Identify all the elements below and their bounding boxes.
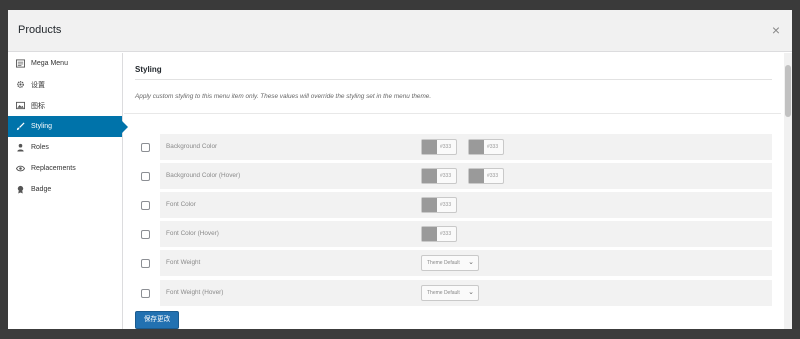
scrollbar[interactable] [784,53,792,329]
sidebar-item-label: 设置 [31,81,45,89]
font-color-hover-checkbox[interactable] [141,230,150,239]
sidebar-item-label: Roles [31,144,49,151]
color-value: #333 [487,173,499,179]
menu-grid-icon [16,59,25,68]
sidebar-item-label: 图标 [31,102,45,110]
sidebar-item-label: Replacements [31,165,76,172]
color-value: #333 [440,202,452,208]
styling-panel: Styling Apply custom styling to this men… [124,53,781,329]
sidebar-item-replacements[interactable]: Replacements [8,158,122,179]
color-picker[interactable]: #333 [468,139,504,155]
sidebar-item-styling[interactable]: Styling [8,116,128,137]
color-swatch [422,140,437,154]
visibility-icon [16,164,25,173]
sidebar-item-badge[interactable]: Badge [8,179,122,200]
color-picker[interactable]: #333 [421,197,457,213]
section-title: Styling [135,65,162,74]
close-icon[interactable]: × [768,22,784,38]
modal-header: Products × [8,10,792,52]
font-weight-hover-checkbox[interactable] [141,289,150,298]
products-modal: Products × Mega Menu 设置 图标 Styling Roles… [8,10,792,329]
users-icon [16,143,25,152]
font-color-checkbox[interactable] [141,201,150,210]
setting-row-background-color-hover: Background Color (Hover) #333 #333 [160,163,772,189]
color-swatch [469,169,484,183]
divider [135,79,772,80]
setting-row-font-color-hover: Font Color (Hover) #333 [160,221,772,247]
sidebar-item-label: Styling [31,123,53,130]
background-color-hover-checkbox[interactable] [141,172,150,181]
color-swatch [422,198,437,212]
sidebar-item-label: Mega Menu [31,60,68,67]
color-value: #333 [487,144,499,150]
brush-icon [16,122,25,131]
select-value: Theme Default [427,290,460,296]
sidebar-item-settings[interactable]: 设置 [8,74,122,95]
color-swatch [469,140,484,154]
scrollbar-thumb[interactable] [785,65,791,117]
sidebar-item-label: Badge [31,186,52,193]
badge-icon [16,185,25,194]
setting-row-background-color: Background Color #333 #333 [160,134,772,160]
setting-label: Font Color (Hover) [166,230,219,237]
modal-title: Products [18,24,62,36]
setting-row-font-weight: Font Weight Theme Default ⌄ [160,250,772,276]
setting-label: Font Color [166,201,196,208]
color-value: #333 [440,231,452,237]
image-icon [16,101,25,110]
color-picker[interactable]: #333 [421,139,457,155]
background-color-checkbox[interactable] [141,143,150,152]
divider [124,113,781,114]
sidebar-item-mega-menu[interactable]: Mega Menu [8,53,122,74]
color-value: #333 [440,144,452,150]
chevron-down-icon: ⌄ [468,289,474,296]
select-value: Theme Default [427,260,460,266]
setting-row-font-weight-hover: Font Weight (Hover) Theme Default ⌄ [160,280,772,306]
color-swatch [422,169,437,183]
setting-label: Font Weight (Hover) [166,289,224,296]
chevron-down-icon: ⌄ [468,259,474,266]
setting-label: Background Color (Hover) [166,172,241,179]
gear-icon [16,80,25,89]
section-description: Apply custom styling to this menu item o… [135,93,432,100]
color-value: #333 [440,173,452,179]
font-weight-select[interactable]: Theme Default ⌄ [421,255,479,271]
save-changes-button[interactable]: 保存更改 [135,311,179,329]
sidebar-item-roles[interactable]: Roles [8,137,122,158]
page-backdrop [0,329,800,339]
sidebar-item-icon[interactable]: 图标 [8,95,122,116]
color-picker[interactable]: #333 [421,226,457,242]
color-picker[interactable]: #333 [421,168,457,184]
setting-row-font-color: Font Color #333 [160,192,772,218]
sidebar: Mega Menu 设置 图标 Styling Roles Replacemen… [8,53,128,329]
color-picker[interactable]: #333 [468,168,504,184]
setting-label: Font Weight [166,259,201,266]
font-weight-hover-select[interactable]: Theme Default ⌄ [421,285,479,301]
setting-label: Background Color [166,143,218,150]
font-weight-checkbox[interactable] [141,259,150,268]
color-swatch [422,227,437,241]
